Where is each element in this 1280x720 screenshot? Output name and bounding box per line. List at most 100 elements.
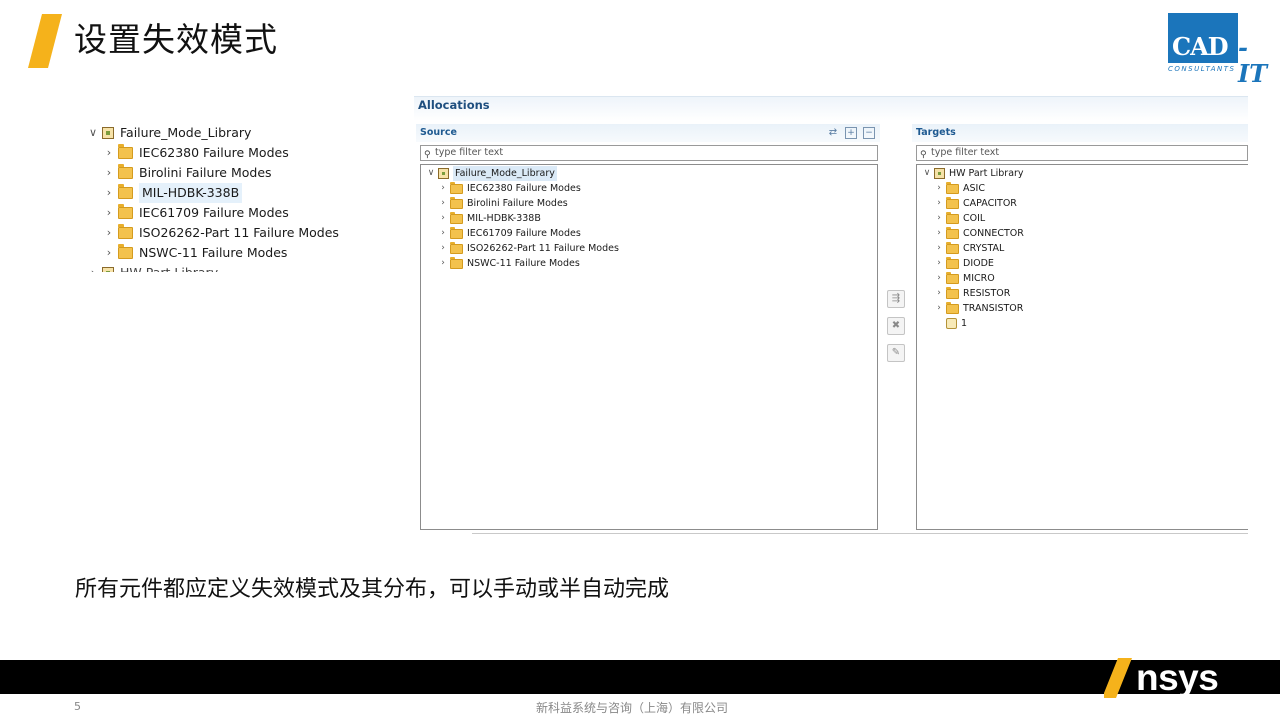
chevron-down-icon[interactable]: ∨ [86,123,100,143]
chevron-down-icon[interactable]: ∨ [921,166,933,181]
tree-item-label: ISO26262-Part 11 Failure Modes [139,225,339,240]
allocate-button[interactable]: ⇶ [887,290,905,308]
folder-icon [946,211,959,224]
edit-allocation-button[interactable]: ✎ [887,344,905,362]
source-item[interactable]: › Birolini Failure Modes [437,196,568,211]
source-list[interactable]: ∨ Failure_Mode_Library › IEC62380 Failur… [420,164,878,530]
chevron-right-icon[interactable]: › [933,301,945,316]
chevron-right-icon[interactable]: › [437,196,449,211]
folder-icon [946,181,959,194]
chevron-right-icon[interactable]: › [437,181,449,196]
chevron-right-icon[interactable]: › [933,181,945,196]
chevron-right-icon[interactable]: › [437,226,449,241]
targets-label: Targets [916,127,956,138]
target-item[interactable]: › COIL [933,211,985,226]
chevron-right-icon[interactable]: › [933,196,945,211]
source-filter-placeholder: type filter text [435,147,504,158]
source-item[interactable]: › ISO26262-Part 11 Failure Modes [437,241,619,256]
tree-item[interactable]: › Birolini Failure Modes [102,163,272,183]
source-item[interactable]: › NSWC-11 Failure Modes [437,256,580,271]
chevron-right-icon[interactable]: › [933,211,945,226]
tree-item-selected[interactable]: › MIL-HDBK-338B [102,183,243,203]
target-item[interactable]: › RESISTOR [933,286,1010,301]
title-accent-bar [28,14,62,68]
folder-icon [450,211,463,224]
tree-item-label: MIL-HDBK-338B [139,183,243,203]
tree-item[interactable]: › NSWC-11 Failure Modes [102,243,287,263]
folder-icon [946,256,959,269]
source-item-label: IEC62380 Failure Modes [467,183,581,194]
logo-it-text: -IT [1238,33,1268,88]
source-header: Source ⇄ + − [416,124,880,142]
chevron-right-icon[interactable]: › [102,183,116,203]
footer-bar [0,660,1280,694]
expand-all-icon[interactable]: + [845,127,857,139]
library-icon [102,267,114,272]
source-item[interactable]: › IEC62380 Failure Modes [437,181,581,196]
chevron-right-icon[interactable]: › [102,203,116,223]
targets-header: Targets [912,124,1248,142]
library-icon [102,127,114,139]
target-item-label: COIL [963,213,986,224]
source-filter-input[interactable]: ⚲ type filter text [420,145,878,161]
chevron-right-icon[interactable]: › [102,163,116,183]
tree-item-label: IEC61709 Failure Modes [139,205,289,220]
tree-item[interactable]: › IEC62380 Failure Modes [102,143,289,163]
chevron-right-icon[interactable]: › [933,286,945,301]
cad-it-logo: CAD -IT CONSULTANTS [1166,13,1272,87]
source-item-label: NSWC-11 Failure Modes [467,258,580,269]
target-item[interactable]: › DIODE [933,256,994,271]
page-title: 设置失效模式 [74,20,278,59]
chevron-right-icon[interactable]: › [86,263,100,272]
logo-cad-text: CAD [1172,32,1229,61]
target-item[interactable]: › ASIC [933,181,985,196]
chevron-right-icon[interactable]: › [102,223,116,243]
folder-icon [450,241,463,254]
source-root-label: Failure_Mode_Library [453,166,557,181]
targets-list[interactable]: ∨ HW Part Library › ASIC › CAPACITOR › C… [916,164,1248,530]
chevron-right-icon[interactable]: › [933,256,945,271]
remove-allocation-button[interactable]: ✖ [887,317,905,335]
collapse-all-icon[interactable]: − [863,127,875,139]
target-item[interactable]: › MICRO [933,271,995,286]
source-item[interactable]: › IEC61709 Failure Modes [437,226,581,241]
folder-icon [946,196,959,209]
search-icon: ⚲ [424,150,431,160]
company-name: 新科益系统与咨询（上海）有限公司 [536,701,729,715]
folder-icon [450,256,463,269]
target-item[interactable]: › CAPACITOR [933,196,1017,211]
targets-root-item[interactable]: ∨ HW Part Library [921,166,1024,181]
chevron-right-icon[interactable]: › [933,241,945,256]
source-item[interactable]: › MIL-HDBK-338B [437,211,541,226]
sync-icon[interactable]: ⇄ [827,127,839,139]
chevron-down-icon[interactable]: ∨ [425,166,437,181]
chevron-right-icon[interactable]: › [437,256,449,271]
target-item-label: CONNECTOR [963,228,1024,239]
chevron-right-icon[interactable]: › [933,226,945,241]
chevron-right-icon[interactable]: › [933,271,945,286]
folder-icon [946,226,959,239]
source-root-item[interactable]: ∨ Failure_Mode_Library [425,166,557,181]
edit-icon: ✎ [891,347,901,358]
target-item[interactable]: › CONNECTOR [933,226,1024,241]
target-item[interactable]: › TRANSISTOR [933,301,1023,316]
source-item-label: Birolini Failure Modes [467,198,568,209]
chevron-right-icon[interactable]: › [102,143,116,163]
tree-item[interactable]: › IEC61709 Failure Modes [102,203,289,223]
chevron-right-icon[interactable]: › [437,241,449,256]
folder-icon [450,226,463,239]
tree-root-item[interactable]: ∨ Failure_Mode_Library [86,123,251,143]
chevron-right-icon[interactable]: › [437,211,449,226]
target-item-label: RESISTOR [963,288,1011,299]
page-number: 5 [74,700,81,713]
tree-root-item-partial[interactable]: › HW Part Library [86,263,218,272]
ansys-wordmark: nsys [1126,655,1219,701]
part-icon [946,318,957,329]
target-leaf-item[interactable]: 1 [945,316,967,331]
target-item-label: CAPACITOR [963,198,1017,209]
tree-item[interactable]: › ISO26262-Part 11 Failure Modes [102,223,339,243]
tree-item-label: Birolini Failure Modes [139,165,272,180]
targets-filter-input[interactable]: ⚲ type filter text [916,145,1248,161]
target-item[interactable]: › CRYSTAL [933,241,1004,256]
chevron-right-icon[interactable]: › [102,243,116,263]
